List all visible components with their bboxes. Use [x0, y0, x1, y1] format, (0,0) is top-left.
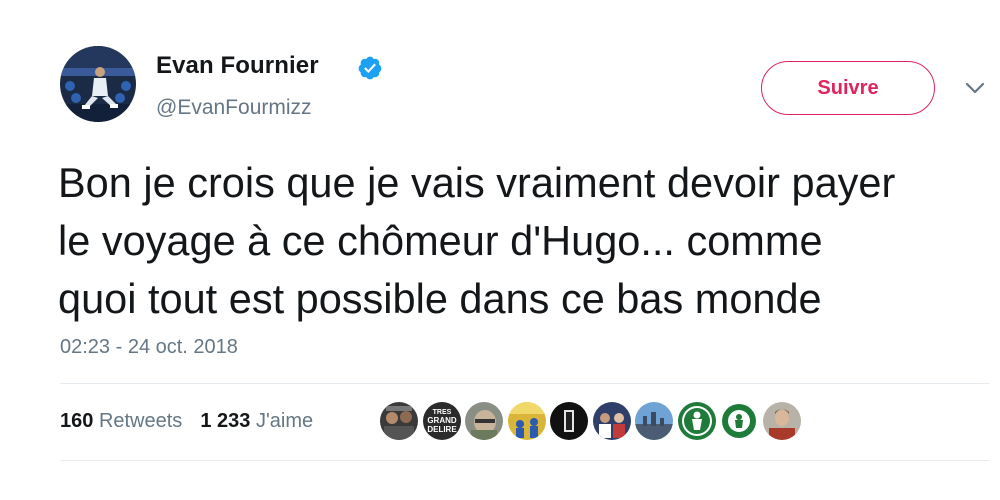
liker-avatar[interactable]: TRES GRAND DELIRE [422, 402, 461, 440]
likes-stat[interactable]: 1 233 J'aime [200, 410, 313, 433]
divider [60, 460, 990, 461]
liker-avatar[interactable] [465, 402, 503, 440]
tweet-card: Evan Fournier @EvanFourmizz Suivre Bon j… [0, 0, 1000, 500]
author-avatar[interactable] [60, 46, 136, 122]
tweet-timestamp[interactable]: 02:23 - 24 oct. 2018 [60, 336, 238, 359]
divider [60, 383, 990, 384]
retweets-count: 160 [60, 410, 94, 432]
likes-count: 1 233 [200, 410, 251, 432]
retweets-label: Retweets [98, 410, 183, 432]
likers-avatars: TRES GRAND DELIRE [380, 402, 805, 440]
verified-badge-icon [358, 56, 382, 80]
liker-badge-text: DELIRE [427, 425, 457, 434]
liker-badge-text: TRES [432, 409, 451, 416]
liker-avatar[interactable] [635, 402, 673, 440]
likes-label: J'aime [255, 410, 314, 432]
tweet-text-line: quoi tout est possible dans ce bas monde [58, 275, 822, 322]
tweet-text-line: le voyage à ce chômeur d'Hugo... comme [58, 217, 823, 264]
liker-avatar[interactable] [550, 402, 588, 440]
chevron-down-icon[interactable] [964, 80, 986, 96]
liker-avatar[interactable] [592, 402, 631, 440]
tweet-stats: 160 Retweets 1 233 J'aime [60, 410, 313, 433]
liker-avatar[interactable] [380, 402, 418, 440]
liker-avatar[interactable] [507, 402, 546, 440]
liker-avatar[interactable] [720, 402, 758, 440]
tweet-text: Bon je crois que je vais vraiment devoir… [58, 154, 988, 328]
liker-avatar[interactable] [762, 402, 801, 440]
liker-badge-text: GRAND [427, 416, 457, 425]
author-handle[interactable]: @EvanFourmizz [156, 96, 312, 120]
retweets-stat[interactable]: 160 Retweets [60, 410, 182, 433]
tweet-text-line: Bon je crois que je vais vraiment devoir… [58, 159, 896, 206]
author-name[interactable]: Evan Fournier [156, 52, 319, 80]
follow-button[interactable]: Suivre [761, 61, 935, 115]
liker-avatar[interactable] [677, 402, 716, 440]
